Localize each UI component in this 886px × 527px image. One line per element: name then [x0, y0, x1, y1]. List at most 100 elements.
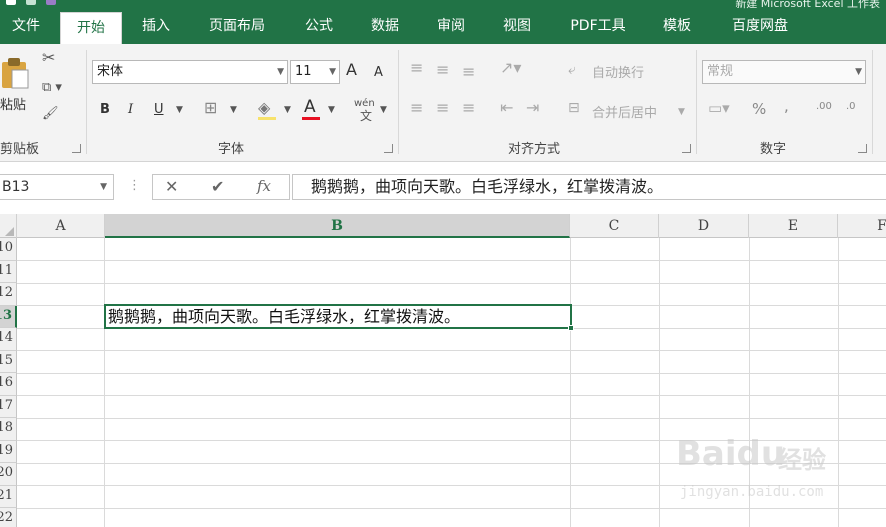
alignment-group-label: 对齐方式 [508, 142, 561, 157]
number-launcher-icon[interactable] [858, 144, 867, 153]
row-header[interactable]: 21 [0, 485, 17, 508]
accounting-format-icon[interactable]: ▭▾ [708, 100, 730, 116]
align-bottom-icon[interactable]: ≡ [462, 64, 475, 80]
row-header[interactable]: 11 [0, 260, 17, 283]
row-header[interactable]: 22 [0, 508, 17, 527]
formula-bar-grip-icon[interactable]: ⋮ [128, 178, 141, 193]
format-painter-icon[interactable]: 🖌 [42, 106, 59, 122]
divider [398, 50, 399, 154]
column-header-c[interactable]: C [570, 214, 659, 238]
chevron-down-icon[interactable]: ▼ [230, 102, 237, 118]
row-header[interactable]: 18 [0, 418, 17, 441]
name-box-value: B13 [2, 179, 30, 195]
align-center-icon[interactable]: ≡ [436, 100, 449, 116]
chevron-down-icon[interactable]: ▼ [328, 102, 335, 118]
tab-templates[interactable]: 模板 [648, 10, 706, 44]
font-group-label: 字体 [218, 142, 245, 157]
confirm-entry-button[interactable]: ✔ [211, 177, 224, 196]
font-launcher-icon[interactable] [384, 144, 393, 153]
chevron-down-icon: ▼ [277, 67, 284, 77]
wrap-text-button[interactable]: 自动换行 [592, 62, 644, 81]
tab-formulas[interactable]: 公式 [290, 10, 348, 44]
comma-button[interactable]: , [784, 98, 789, 114]
align-right-icon[interactable]: ≡ [462, 100, 475, 116]
fill-color-icon[interactable]: ◈ [258, 100, 270, 116]
chevron-down-icon: ▼ [855, 67, 862, 77]
tab-pdf-tools[interactable]: PDF工具 [556, 10, 640, 44]
tab-view[interactable]: 视图 [488, 10, 546, 44]
chevron-down-icon[interactable]: ▼ [678, 104, 685, 120]
column-header-f[interactable]: F [838, 214, 886, 238]
font-color-button[interactable]: A [304, 99, 316, 116]
align-middle-icon[interactable]: ≡ [436, 62, 449, 78]
column-header-d[interactable]: D [659, 214, 749, 238]
name-box[interactable]: B13 ▼ [0, 174, 114, 200]
merge-center-button[interactable]: 合并后居中 [592, 102, 657, 121]
font-name-combo[interactable]: 宋体 ▼ [92, 60, 288, 84]
percent-button[interactable]: % [752, 101, 766, 117]
row-header[interactable]: 12 [0, 283, 17, 306]
increase-indent-icon[interactable]: ⇥ [526, 100, 539, 116]
font-size-combo[interactable]: 11 ▼ [290, 60, 340, 84]
fill-handle[interactable] [568, 325, 574, 331]
clipboard-launcher-icon[interactable] [72, 144, 81, 153]
tab-baidu-netdisk[interactable]: 百度网盘 [718, 10, 802, 44]
row-header[interactable]: 10 [0, 238, 17, 261]
formula-bar: B13 ▼ ⋮ ✕ ✔ fx 鹅鹅鹅，曲项向天歌。白毛浮绿水，红掌拨清波。 [0, 162, 886, 214]
underline-button[interactable]: U [154, 102, 164, 118]
insert-function-button[interactable]: fx [257, 177, 271, 195]
align-top-icon[interactable]: ≡ [410, 60, 423, 76]
italic-button[interactable]: I [128, 102, 133, 118]
chevron-down-icon[interactable]: ▼ [100, 175, 107, 199]
number-format-combo[interactable]: 常规 ▼ [702, 60, 866, 84]
row-header[interactable]: 20 [0, 463, 17, 486]
paste-label[interactable]: 粘贴 [0, 94, 26, 113]
gridline [570, 238, 571, 527]
cancel-entry-button[interactable]: ✕ [165, 177, 178, 196]
gridline [17, 260, 886, 261]
increase-decimal-button[interactable]: .00 [816, 99, 832, 115]
row-header[interactable]: 17 [0, 395, 17, 418]
tab-insert[interactable]: 插入 [128, 10, 184, 44]
tab-file[interactable]: 文件 [0, 10, 52, 44]
column-header-a[interactable]: A [17, 214, 105, 238]
cut-icon[interactable]: ✂ [42, 50, 55, 66]
grow-font-button[interactable]: A [346, 62, 357, 78]
formula-input[interactable]: 鹅鹅鹅，曲项向天歌。白毛浮绿水，红掌拨清波。 [292, 174, 886, 200]
copy-icon[interactable]: ⧉ ▾ [42, 80, 62, 96]
undo-icon[interactable] [26, 0, 36, 5]
row-header-selected[interactable]: 13 [0, 305, 17, 328]
gridline [17, 282, 886, 284]
row-header[interactable]: 16 [0, 373, 17, 396]
decrease-indent-icon[interactable]: ⇤ [500, 100, 513, 116]
orientation-icon[interactable]: ↗▾ [500, 60, 521, 76]
merge-icon: ⊟ [568, 100, 580, 116]
alignment-launcher-icon[interactable] [682, 144, 691, 153]
shrink-font-button[interactable]: A [374, 65, 383, 81]
row-header[interactable]: 19 [0, 440, 17, 463]
row-header[interactable]: 15 [0, 350, 17, 373]
decrease-decimal-button[interactable]: .0 [846, 99, 856, 115]
column-header-b[interactable]: B [105, 214, 570, 238]
gridline [17, 350, 886, 351]
paste-icon[interactable] [0, 56, 30, 90]
bold-button[interactable]: B [100, 102, 110, 118]
redo-icon[interactable] [46, 0, 56, 5]
save-icon[interactable] [6, 0, 16, 5]
row-header[interactable]: 14 [0, 328, 17, 351]
tab-review[interactable]: 审阅 [422, 10, 480, 44]
tab-home[interactable]: 开始 [60, 12, 122, 44]
chevron-down-icon[interactable]: ▼ [284, 102, 291, 118]
chevron-down-icon[interactable]: ▼ [380, 102, 387, 118]
watermark-brand: Baidu [676, 434, 786, 474]
select-all-button[interactable] [0, 214, 17, 238]
align-left-icon[interactable]: ≡ [410, 100, 423, 116]
tab-page-layout[interactable]: 页面布局 [196, 10, 278, 44]
column-header-e[interactable]: E [749, 214, 838, 238]
tab-data[interactable]: 数据 [356, 10, 414, 44]
title-bar: 新建 Microsoft Excel 工作表 [0, 0, 886, 10]
chevron-down-icon[interactable]: ▼ [176, 102, 183, 118]
wrap-text-icon: ⤶ [568, 62, 576, 78]
borders-icon[interactable]: ⊞ [204, 100, 217, 116]
baidu-jingyan-watermark: Baidu 经验 jingyan.baidu.com [676, 434, 846, 514]
